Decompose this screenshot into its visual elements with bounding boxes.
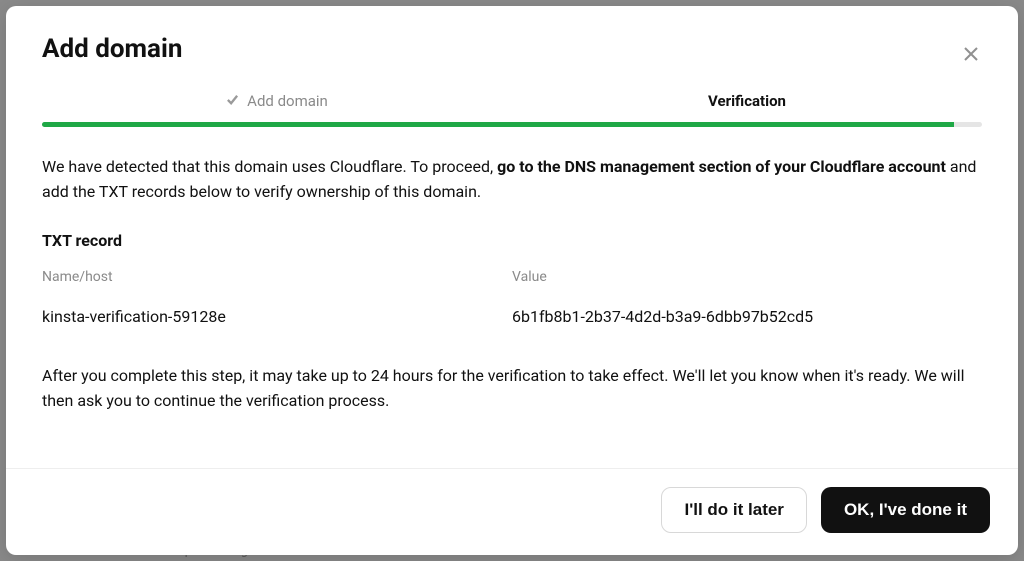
intro-text: We have detected that this domain uses C… [42, 155, 982, 205]
txt-record-heading: TXT record [42, 229, 982, 254]
value-value: 6b1fb8b1-2b37-4d2d-b3a9-6dbb97b52cd5 [512, 305, 982, 330]
record-values-row: kinsta-verification-59128e 6b1fb8b1-2b37… [42, 305, 982, 330]
value-label: Value [512, 267, 982, 289]
record-labels-row: Name/host Value [42, 267, 982, 299]
step-add-domain: Add domain [42, 82, 512, 122]
later-button[interactable]: I'll do it later [661, 487, 806, 533]
step-label: Verification [708, 92, 786, 110]
modal-content: We have detected that this domain uses C… [6, 127, 1018, 468]
name-host-value: kinsta-verification-59128e [42, 305, 512, 330]
after-text: After you complete this step, it may tak… [42, 364, 982, 414]
step-label: Add domain [247, 92, 328, 110]
add-domain-modal: Add domain Add domain Verification We ha… [6, 6, 1018, 555]
intro-pre: We have detected that this domain uses C… [42, 157, 497, 176]
check-icon [226, 92, 239, 110]
close-icon [964, 45, 978, 65]
step-indicator: Add domain Verification [6, 82, 1018, 122]
done-button[interactable]: OK, I've done it [821, 487, 990, 533]
modal-footer: I'll do it later OK, I've done it [6, 468, 1018, 555]
modal-title: Add domain [42, 34, 182, 64]
modal-header: Add domain [6, 6, 1018, 82]
name-host-label: Name/host [42, 267, 512, 289]
intro-bold: go to the DNS management section of your… [497, 157, 946, 176]
close-button[interactable] [960, 42, 982, 68]
step-verification: Verification [512, 82, 982, 122]
